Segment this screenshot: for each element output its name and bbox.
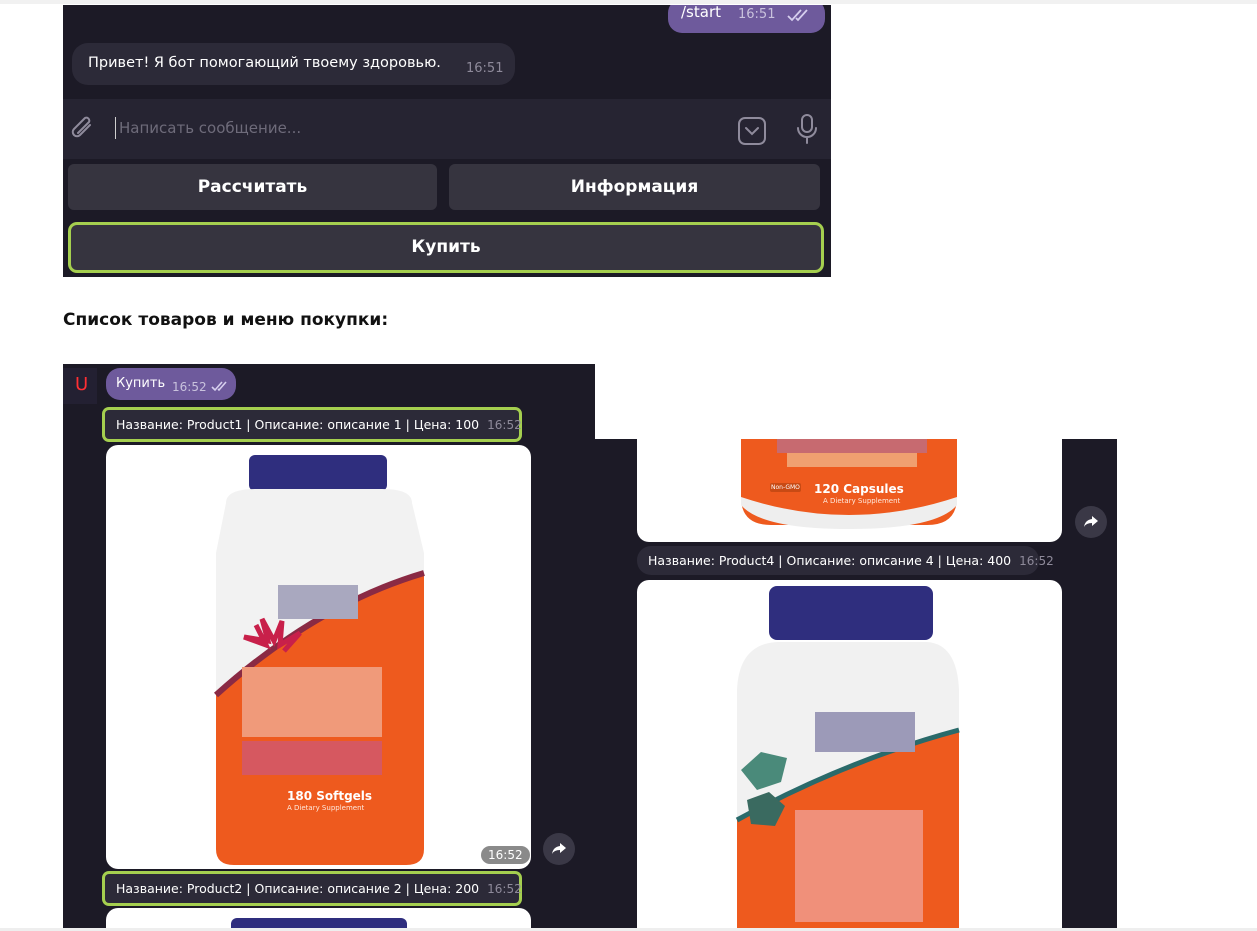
product1-caption: Название: Product1 | Описание: описание … (105, 410, 522, 439)
caption-text: Название: Product4 | Описание: описание … (648, 553, 1012, 568)
keyboard-button-info[interactable]: Информация (449, 164, 820, 210)
emoji-icon[interactable] (737, 116, 767, 146)
forward-button[interactable] (543, 833, 575, 865)
product3-badge: Non-GMO (770, 483, 801, 492)
product1-label: 180 Softgels (287, 789, 373, 803)
avatar: U (63, 368, 97, 404)
product3-label: 120 Capsules (814, 482, 904, 496)
caption-text: Название: Product2 | Описание: описание … (116, 881, 480, 896)
outgoing-message: Купить 16:52 (106, 368, 236, 400)
product3-photo[interactable]: 120 Capsules A Dietary Supplement Non-GM… (637, 439, 1062, 542)
microphone-icon[interactable] (795, 113, 819, 145)
forward-button[interactable] (1075, 506, 1107, 538)
product1-sublabel: A Dietary Supplement (287, 804, 365, 812)
caption-text: Название: Product1 | Описание: описание … (116, 417, 480, 432)
text-caret (115, 117, 116, 139)
caption-time: 16:52 (487, 882, 522, 896)
forward-icon (552, 843, 566, 854)
outgoing-message: /start 16:51 (668, 5, 825, 33)
message-input[interactable]: Написать сообщение... (119, 119, 301, 137)
product4-caption: Название: Product4 | Описание: описание … (637, 546, 1054, 575)
page-top-divider (0, 0, 1257, 4)
photo-time: 16:52 (481, 846, 530, 864)
message-text: /start (681, 5, 721, 21)
product2-caption: Название: Product2 | Описание: описание … (105, 874, 522, 903)
double-check-icon (787, 9, 808, 22)
message-time: 16:51 (738, 7, 776, 22)
caption-time: 16:52 (487, 418, 522, 432)
message-composer: Написать сообщение... (63, 99, 831, 159)
message-text: Привет! Я бот помогающий твоему здоровью… (88, 55, 441, 71)
product4-photo[interactable] (637, 580, 1062, 931)
paperclip-icon[interactable] (71, 116, 97, 144)
keyboard-button-calc[interactable]: Рассчитать (68, 164, 437, 210)
product3-sublabel: A Dietary Supplement (823, 497, 901, 505)
keyboard-button-buy[interactable]: Купить (71, 225, 821, 270)
chat-screenshot-start: /start 16:51 Привет! Я бот помогающий тв… (63, 5, 831, 277)
chat-screenshot-products-right: 120 Capsules A Dietary Supplement Non-GM… (595, 439, 1117, 931)
forward-icon (1084, 516, 1098, 527)
product1-photo[interactable]: 180 Softgels A Dietary Supplement 16:52 (106, 445, 531, 869)
caption-time: 16:52 (1019, 554, 1054, 568)
incoming-message: Привет! Я бот помогающий твоему здоровью… (72, 43, 515, 85)
avatar-letter: U (75, 374, 89, 395)
message-time: 16:51 (466, 61, 504, 76)
section-caption: Список товаров и меню покупки: (63, 310, 389, 330)
double-check-icon (211, 381, 227, 392)
message-time: 16:52 (172, 380, 207, 394)
chat-screenshot-products-left: U Купить 16:52 Название: Product1 | Опис… (63, 364, 595, 931)
message-text: Купить (116, 376, 166, 391)
product4-bottle-image (735, 586, 960, 931)
